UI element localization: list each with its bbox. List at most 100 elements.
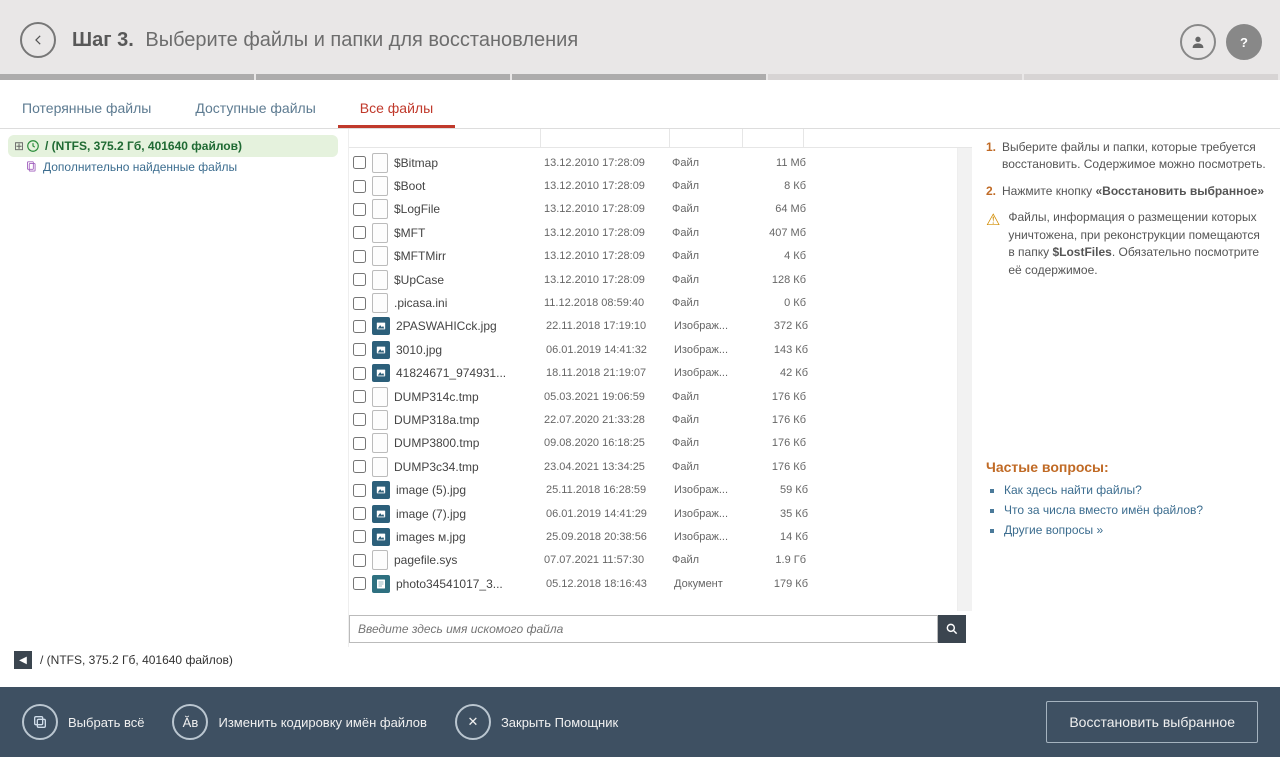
step-prefix: Шаг 3.: [72, 29, 134, 51]
faq-link[interactable]: Что за числа вместо имён файлов?: [1004, 503, 1266, 517]
help-icon[interactable]: ?: [1226, 24, 1262, 60]
row-checkbox[interactable]: [353, 437, 366, 450]
step-1-text: Выберите файлы и папки, которые требуетс…: [1002, 139, 1266, 173]
change-encoding-button[interactable]: Ăв Изменить кодировку имён файлов: [172, 704, 426, 740]
table-row[interactable]: 2PASWAHICck.jpg22.11.2018 17:19:10Изобра…: [349, 315, 957, 338]
file-date: 05.03.2021 19:06:59: [544, 391, 672, 403]
file-type: Файл: [672, 554, 744, 566]
row-checkbox[interactable]: [353, 554, 366, 567]
search-icon: [945, 622, 959, 636]
page-title: Шаг 3. Выберите файлы и папки для восста…: [72, 29, 578, 52]
image-icon: [372, 481, 390, 499]
file-date: 22.11.2018 17:19:10: [546, 320, 674, 332]
file-date: 06.01.2019 14:41:29: [546, 508, 674, 520]
row-checkbox[interactable]: [353, 180, 366, 193]
file-type: Файл: [672, 157, 744, 169]
file-name: $LogFile: [394, 202, 544, 216]
tab-потерянные-файлы[interactable]: Потерянные файлы: [0, 88, 173, 128]
tab-доступные-файлы[interactable]: Доступные файлы: [173, 88, 337, 128]
faq-link[interactable]: Другие вопросы »: [1004, 523, 1266, 537]
file-type: Файл: [672, 274, 744, 286]
table-row[interactable]: DUMP314c.tmp05.03.2021 19:06:59Файл176 К…: [349, 385, 957, 408]
file-date: 13.12.2010 17:28:09: [544, 180, 672, 192]
file-date: 06.01.2019 14:41:32: [546, 344, 674, 356]
tab-все-файлы[interactable]: Все файлы: [338, 88, 455, 128]
file-size: 179 Кб: [746, 578, 814, 590]
table-row[interactable]: $MFT13.12.2010 17:28:09Файл407 Мб: [349, 221, 957, 244]
file-name: $MFT: [394, 226, 544, 240]
row-checkbox[interactable]: [353, 343, 366, 356]
file-type: Изображ...: [674, 367, 746, 379]
row-checkbox[interactable]: [353, 297, 366, 310]
breadcrumb: ◀ / (NTFS, 375.2 Гб, 401640 файлов): [0, 647, 1280, 673]
table-row[interactable]: DUMP3800.tmp09.08.2020 16:18:25Файл176 К…: [349, 432, 957, 455]
table-row[interactable]: $Bitmap13.12.2010 17:28:09Файл11 Мб: [349, 151, 957, 174]
table-row[interactable]: 41824671_974931...18.11.2018 21:19:07Изо…: [349, 362, 957, 385]
file-size: 14 Кб: [746, 531, 814, 543]
arrow-left-icon: [31, 33, 45, 47]
user-icon[interactable]: [1180, 24, 1216, 60]
row-checkbox[interactable]: [353, 413, 366, 426]
file-type: Документ: [674, 578, 746, 590]
tree-extra-node[interactable]: Дополнительно найденные файлы: [8, 157, 338, 177]
file-icon: [372, 270, 388, 290]
table-row[interactable]: images м.jpg25.09.2018 20:38:56Изображ..…: [349, 525, 957, 548]
row-checkbox[interactable]: [353, 203, 366, 216]
step-number-1: 1.: [986, 139, 996, 173]
table-row[interactable]: $MFTMirr13.12.2010 17:28:09Файл4 Кб: [349, 245, 957, 268]
row-checkbox[interactable]: [353, 577, 366, 590]
encoding-icon: Ăв: [172, 704, 208, 740]
table-row[interactable]: DUMP318a.tmp22.07.2020 21:33:28Файл176 К…: [349, 408, 957, 431]
table-row[interactable]: .picasa.ini11.12.2018 08:59:40Файл0 Кб: [349, 291, 957, 314]
step-title: Выберите файлы и папки для восстановлени…: [145, 29, 578, 51]
tree-root-node[interactable]: ⊞ / (NTFS, 375.2 Гб, 401640 файлов): [8, 135, 338, 157]
file-size: 64 Мб: [744, 203, 812, 215]
vertical-scrollbar[interactable]: [957, 148, 972, 611]
file-icon: [372, 433, 388, 453]
file-size: 176 Кб: [744, 391, 812, 403]
row-checkbox[interactable]: [353, 367, 366, 380]
table-row[interactable]: pagefile.sys07.07.2021 11:57:30Файл1.9 Г…: [349, 549, 957, 572]
row-checkbox[interactable]: [353, 484, 366, 497]
file-size: 128 Кб: [744, 274, 812, 286]
header: Шаг 3. Выберите файлы и папки для восста…: [0, 0, 1280, 80]
file-size: 4 Кб: [744, 250, 812, 262]
search-button[interactable]: [938, 615, 966, 643]
file-name: $MFTMirr: [394, 249, 544, 263]
row-checkbox[interactable]: [353, 226, 366, 239]
row-checkbox[interactable]: [353, 390, 366, 403]
file-date: 11.12.2018 08:59:40: [544, 297, 672, 309]
expand-icon[interactable]: ⊞: [14, 139, 24, 153]
table-row[interactable]: $Boot13.12.2010 17:28:09Файл8 Кб: [349, 174, 957, 197]
restore-selected-button[interactable]: Восстановить выбранное: [1046, 701, 1258, 743]
back-button[interactable]: [20, 22, 56, 58]
file-size: 11 Мб: [744, 157, 812, 169]
file-name: .picasa.ini: [394, 296, 544, 310]
select-all-button[interactable]: Выбрать всё: [22, 704, 144, 740]
table-row[interactable]: image (7).jpg06.01.2019 14:41:29Изображ.…: [349, 502, 957, 525]
file-icon: [372, 199, 388, 219]
row-checkbox[interactable]: [353, 156, 366, 169]
folder-tree: ⊞ / (NTFS, 375.2 Гб, 401640 файлов) Допо…: [0, 129, 349, 647]
file-size: 407 Мб: [744, 227, 812, 239]
row-checkbox[interactable]: [353, 273, 366, 286]
faq-title: Частые вопросы:: [986, 459, 1266, 475]
table-row[interactable]: $LogFile13.12.2010 17:28:09Файл64 Мб: [349, 198, 957, 221]
table-row[interactable]: DUMP3c34.tmp23.04.2021 13:34:25Файл176 К…: [349, 455, 957, 478]
table-row[interactable]: 3010.jpg06.01.2019 14:41:32Изображ...143…: [349, 338, 957, 361]
close-assistant-button[interactable]: ✕ Закрыть Помощник: [455, 704, 618, 740]
row-checkbox[interactable]: [353, 320, 366, 333]
table-row[interactable]: photo34541017_3...05.12.2018 18:16:43Док…: [349, 572, 957, 595]
breadcrumb-prev-button[interactable]: ◀: [14, 651, 32, 669]
file-icon: [372, 176, 388, 196]
row-checkbox[interactable]: [353, 507, 366, 520]
row-checkbox[interactable]: [353, 250, 366, 263]
row-checkbox[interactable]: [353, 460, 366, 473]
table-row[interactable]: image (5).jpg25.11.2018 16:28:59Изображ.…: [349, 478, 957, 501]
search-input[interactable]: [349, 615, 938, 643]
faq-link[interactable]: Как здесь найти файлы?: [1004, 483, 1266, 497]
table-row[interactable]: $UpCase13.12.2010 17:28:09Файл128 Кб: [349, 268, 957, 291]
row-checkbox[interactable]: [353, 530, 366, 543]
file-size: 143 Кб: [746, 344, 814, 356]
file-name: 3010.jpg: [396, 343, 546, 357]
